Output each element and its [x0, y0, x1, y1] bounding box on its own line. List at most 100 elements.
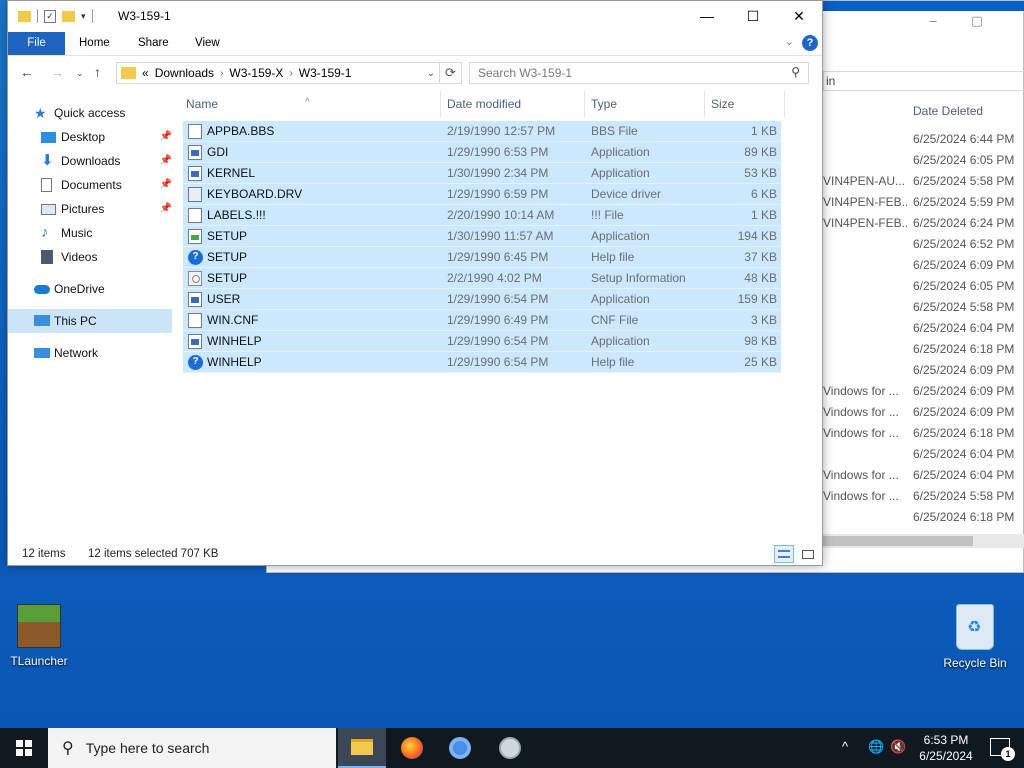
- file-row[interactable]: WINHELP 1/29/1990 6:54 PM Application 98 KB: [183, 331, 781, 352]
- nav-this-pc[interactable]: This PC: [8, 309, 172, 333]
- file-row[interactable]: ? SETUP 1/29/1990 6:45 PM Help file 37 KB: [183, 247, 781, 268]
- clock[interactable]: 6:53 PM 6/25/2024: [916, 732, 976, 764]
- file-row[interactable]: KERNEL 1/30/1990 2:34 PM Application 53 KB: [183, 163, 781, 184]
- background-item-name[interactable]: [823, 339, 907, 360]
- file-row[interactable]: APPBA.BBS 2/19/1990 12:57 PM BBS File 1 KB: [183, 121, 781, 142]
- file-row[interactable]: LABELS.!!! 2/20/1990 10:14 AM !!! File 1 KB: [183, 205, 781, 226]
- column-type[interactable]: Type: [591, 97, 617, 111]
- file-explorer-window[interactable]: ✓ ▾ W3-159-1 — ☐ ✕ File Home Share View …: [7, 0, 823, 566]
- taskbar-chromium[interactable]: [436, 728, 484, 768]
- column-divider[interactable]: [784, 91, 785, 117]
- search-box[interactable]: Search W3-159-1 ⚲: [469, 62, 809, 84]
- refresh-button[interactable]: ⟳: [440, 62, 462, 84]
- pin-icon[interactable]: 📌: [160, 173, 172, 197]
- background-item-name[interactable]: Vindows for ...: [823, 465, 907, 486]
- background-address-bar[interactable]: in: [823, 71, 1024, 91]
- speaker-muted-icon[interactable]: 🔇: [890, 739, 906, 755]
- properties-icon[interactable]: ✓: [44, 9, 56, 23]
- desktop-icon-tlauncher[interactable]: TLauncher: [8, 604, 70, 668]
- background-item-name[interactable]: [823, 234, 907, 255]
- pin-icon[interactable]: 📌: [160, 149, 172, 173]
- pin-icon[interactable]: 📌: [160, 125, 172, 149]
- tab-home[interactable]: Home: [65, 32, 124, 55]
- background-item-name[interactable]: [823, 507, 907, 528]
- window-titlebar[interactable]: ✓ ▾ W3-159-1 — ☐ ✕: [8, 1, 822, 32]
- background-item-name[interactable]: VIN4PEN-FEB...: [823, 192, 907, 213]
- nav-quick-access[interactable]: ★ Quick access: [8, 101, 176, 125]
- nav-documents[interactable]: Documents 📌: [8, 173, 176, 197]
- search-input[interactable]: Search W3-159-1: [478, 66, 572, 80]
- details-view-button[interactable]: [774, 545, 794, 563]
- background-horizontal-scrollbar[interactable]: [823, 534, 1024, 548]
- file-row[interactable]: ? WINHELP 1/29/1990 6:54 PM Help file 25 KB: [183, 352, 781, 373]
- notification-center-icon[interactable]: 1: [990, 738, 1015, 761]
- address-bar[interactable]: « Downloads › W3-159-X › W3-159-1 ⌄: [116, 62, 440, 84]
- taskbar-search-input[interactable]: Type here to search: [86, 740, 210, 756]
- background-column-date-deleted[interactable]: Date Deleted: [913, 104, 983, 118]
- start-button[interactable]: [0, 728, 48, 768]
- background-window-controls[interactable]: –▢: [929, 13, 1017, 29]
- expand-ribbon-icon[interactable]: ⌄: [785, 35, 794, 48]
- breadcrumb-w3-159-x[interactable]: W3-159-X: [229, 66, 283, 80]
- back-arrow-icon[interactable]: ←: [20, 64, 34, 80]
- background-item-name[interactable]: [823, 360, 907, 381]
- breadcrumb-w3-159-1[interactable]: W3-159-1: [299, 66, 352, 80]
- file-row[interactable]: WIN.CNF 1/29/1990 6:49 PM CNF File 3 KB: [183, 310, 781, 331]
- background-item-name[interactable]: Vindows for ...: [823, 381, 907, 402]
- show-hidden-icons-chevron-icon[interactable]: ^: [842, 739, 848, 754]
- breadcrumb-chevron-icon[interactable]: ›: [289, 68, 292, 79]
- tab-share[interactable]: Share: [124, 32, 183, 55]
- file-row[interactable]: USER 1/29/1990 6:54 PM Application 159 KB: [183, 289, 781, 310]
- background-item-name[interactable]: VIN4PEN-FEB...: [823, 213, 907, 234]
- help-icon[interactable]: ?: [802, 35, 818, 51]
- column-divider[interactable]: [704, 91, 705, 117]
- file-row[interactable]: SETUP 1/30/1990 11:57 AM Application 194 KB: [183, 226, 781, 247]
- column-size[interactable]: Size: [711, 97, 734, 111]
- column-divider[interactable]: [440, 91, 441, 117]
- background-item-name[interactable]: [823, 150, 907, 171]
- recent-locations-chevron-icon[interactable]: ⌄: [76, 68, 84, 79]
- nav-music[interactable]: ♪ Music: [8, 221, 176, 245]
- background-item-name[interactable]: [823, 129, 907, 150]
- address-dropdown-icon[interactable]: ⌄: [427, 68, 435, 79]
- close-button[interactable]: ✕: [776, 1, 822, 31]
- up-arrow-icon[interactable]: ↑: [94, 64, 101, 80]
- address-overflow[interactable]: «: [142, 66, 149, 80]
- background-item-name[interactable]: Vindows for ...: [823, 402, 907, 423]
- nav-desktop[interactable]: Desktop 📌: [8, 125, 176, 149]
- globe-network-icon[interactable]: 🌐: [868, 739, 884, 755]
- column-name[interactable]: Name: [186, 97, 218, 111]
- file-row[interactable]: SETUP 2/2/1990 4:02 PM Setup Information 48…: [183, 268, 781, 289]
- new-folder-icon[interactable]: [62, 10, 75, 22]
- background-item-name[interactable]: [823, 318, 907, 339]
- nav-downloads[interactable]: ⬇ Downloads 📌: [8, 149, 176, 173]
- taskbar-search-box[interactable]: ⚲ Type here to search: [48, 728, 336, 768]
- taskbar-firefox[interactable]: [388, 728, 436, 768]
- nav-videos[interactable]: Videos: [8, 245, 176, 269]
- background-item-name[interactable]: Vindows for ...: [823, 423, 907, 444]
- background-item-name[interactable]: [823, 297, 907, 318]
- background-item-name[interactable]: VIN4PEN-AU...: [823, 171, 907, 192]
- nav-network[interactable]: Network: [8, 341, 176, 365]
- file-row[interactable]: GDI 1/29/1990 6:53 PM Application 89 KB: [183, 142, 781, 163]
- nav-pictures[interactable]: Pictures 📌: [8, 197, 176, 221]
- column-date-modified[interactable]: Date modified: [447, 97, 521, 111]
- search-icon[interactable]: ⚲: [791, 65, 800, 79]
- pin-icon[interactable]: 📌: [160, 197, 172, 221]
- breadcrumb-downloads[interactable]: Downloads: [155, 66, 214, 80]
- large-icons-view-button[interactable]: [798, 545, 818, 563]
- maximize-button[interactable]: ☐: [730, 1, 776, 31]
- forward-arrow-icon[interactable]: →: [50, 64, 64, 80]
- file-row[interactable]: KEYBOARD.DRV 1/29/1990 6:59 PM Device driv…: [183, 184, 781, 205]
- background-item-name[interactable]: [823, 255, 907, 276]
- column-divider[interactable]: [584, 91, 585, 117]
- tab-view[interactable]: View: [181, 32, 234, 55]
- background-item-name[interactable]: Vindows for ...: [823, 486, 907, 507]
- scrollbar-thumb[interactable]: [823, 536, 973, 546]
- taskbar-app[interactable]: [486, 728, 534, 768]
- tab-file[interactable]: File: [8, 32, 65, 55]
- desktop-icon-recycle-bin[interactable]: Recycle Bin: [938, 604, 1012, 670]
- breadcrumb-chevron-icon[interactable]: ›: [220, 68, 223, 79]
- nav-onedrive[interactable]: OneDrive: [8, 277, 176, 301]
- customize-toolbar-icon[interactable]: ▾: [81, 11, 86, 22]
